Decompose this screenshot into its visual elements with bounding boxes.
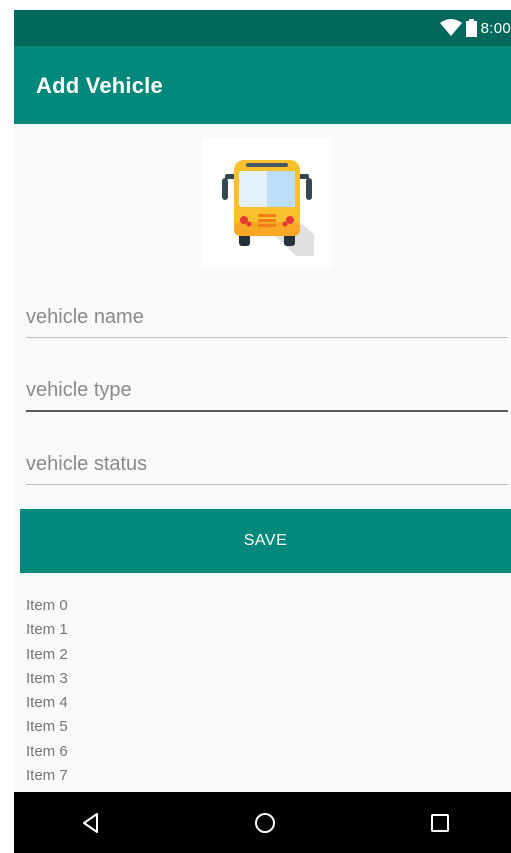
wifi-icon <box>439 19 462 36</box>
battery-icon <box>465 19 477 37</box>
list-item[interactable]: Item 6 <box>26 740 326 764</box>
status-time: 8:00 <box>480 19 511 37</box>
back-button[interactable] <box>73 805 109 841</box>
navigation-bar <box>14 792 511 853</box>
list-item[interactable]: Item 4 <box>26 691 326 715</box>
list-item[interactable]: Item 2 <box>26 643 326 667</box>
vehicle-name-field[interactable] <box>26 297 508 338</box>
bus-icon <box>222 160 314 256</box>
vehicle-type-field[interactable] <box>26 370 508 412</box>
vehicle-list[interactable]: Item 0 Item 1 Item 2 Item 3 Item 4 Item … <box>26 594 326 792</box>
recents-button[interactable] <box>422 805 458 841</box>
list-item[interactable]: Item 5 <box>26 715 326 739</box>
page-title: Add Vehicle <box>36 73 163 98</box>
back-icon <box>83 813 98 833</box>
phone-screen: 8:00 Add Vehicle vehicle name vehicle ty… <box>14 10 511 853</box>
list-item[interactable]: Item 3 <box>26 667 326 691</box>
vehicle-image[interactable] <box>202 138 332 268</box>
save-button[interactable]: SAVE <box>20 509 511 573</box>
recents-icon <box>431 814 449 832</box>
home-icon <box>255 813 275 833</box>
status-bar: 8:00 <box>14 10 511 46</box>
list-item[interactable]: Item 0 <box>26 594 326 618</box>
list-item[interactable]: Item 7 <box>26 764 326 788</box>
app-bar: Add Vehicle <box>14 46 511 124</box>
home-button[interactable] <box>247 805 283 841</box>
list-item[interactable]: Item 1 <box>26 618 326 642</box>
status-icons: 8:00 <box>439 10 511 46</box>
vehicle-status-field[interactable] <box>26 444 508 485</box>
